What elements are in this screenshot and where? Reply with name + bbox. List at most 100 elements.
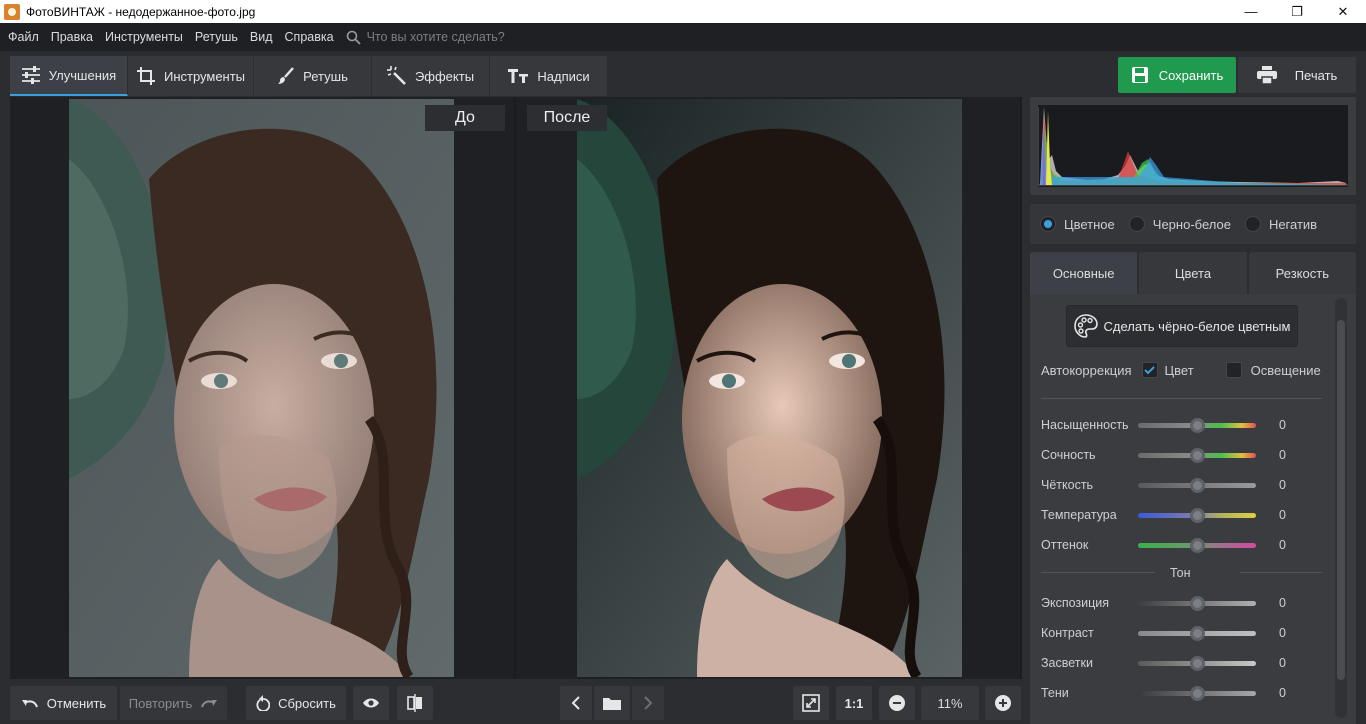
- autocorrect-lighting-checkbox[interactable]: [1225, 362, 1242, 378]
- window-controls: — ❐ ✕: [1228, 0, 1366, 23]
- app-logo-icon: [4, 3, 20, 20]
- slider-knob[interactable]: [1190, 447, 1205, 463]
- settings-scrollbar[interactable]: [1335, 298, 1347, 718]
- command-search: [346, 30, 567, 45]
- preview-toggle-button[interactable]: [353, 686, 389, 720]
- tab-basic[interactable]: Основные: [1030, 252, 1140, 294]
- slider-knob[interactable]: [1190, 685, 1205, 701]
- floppy-disk-icon: [1131, 67, 1148, 83]
- autocorrect-color-checkbox[interactable]: [1141, 362, 1158, 378]
- autocorrect-color-label: Цвет: [1164, 362, 1194, 378]
- chevron-left-icon: [571, 696, 580, 710]
- menu-edit[interactable]: Правка: [51, 30, 93, 44]
- mode-negative[interactable]: Негатив: [1244, 216, 1317, 232]
- slider-knob[interactable]: [1190, 655, 1205, 671]
- slider-value: 0: [1279, 686, 1286, 700]
- slider-knob[interactable]: [1190, 537, 1205, 553]
- print-button[interactable]: Печать: [1238, 57, 1356, 93]
- exposure-slider-row: Экспозиция 0: [1041, 593, 1321, 613]
- search-input[interactable]: [366, 30, 567, 44]
- radio-color[interactable]: [1040, 216, 1056, 232]
- scrollbar-thumb[interactable]: [1337, 320, 1345, 680]
- menu-retouch[interactable]: Ретушь: [195, 30, 238, 44]
- tab-colors[interactable]: Цвета: [1139, 252, 1249, 294]
- menu-help[interactable]: Справка: [285, 30, 334, 44]
- after-label: После: [527, 105, 607, 131]
- color-mode-group: Цветное Черно-белое Негатив: [1030, 204, 1356, 244]
- menu-bar: Файл Правка Инструменты Ретушь Вид Справ…: [0, 23, 1366, 51]
- tab-label: Эффекты: [414, 68, 475, 84]
- colorize-bw-button[interactable]: Сделать чёрно-белое цветным: [1066, 305, 1298, 347]
- tab-retouch[interactable]: Ретушь: [254, 56, 372, 96]
- tint-slider-row: Оттенок 0: [1041, 535, 1321, 555]
- bottom-toolbar: Отменить Повторить Сбросить 1:1 11%: [0, 679, 1030, 724]
- menu-view[interactable]: Вид: [250, 30, 273, 44]
- temperature-slider-row: Температура 0: [1041, 505, 1321, 525]
- radio-bw[interactable]: [1128, 216, 1145, 232]
- brush-icon: [278, 67, 295, 84]
- compare-view-button[interactable]: [397, 686, 433, 720]
- folder-icon: [603, 698, 621, 710]
- search-icon: [346, 30, 361, 45]
- slider-label: Температура: [1041, 508, 1117, 522]
- undo-icon: [21, 700, 38, 708]
- tab-tools[interactable]: Инструменты: [128, 56, 254, 96]
- vibrance-slider[interactable]: [1138, 447, 1256, 463]
- tab-sharpness[interactable]: Резкость: [1248, 252, 1356, 294]
- tab-enhancements[interactable]: Улучшения: [10, 56, 128, 96]
- tab-effects[interactable]: Эффекты: [372, 56, 490, 96]
- undo-button[interactable]: Отменить: [10, 686, 117, 720]
- expand-icon: [802, 694, 820, 712]
- zoom-in-button[interactable]: [985, 686, 1021, 720]
- next-image-button[interactable]: [632, 686, 664, 720]
- after-pane: После: [516, 97, 1020, 679]
- printer-icon: [1256, 66, 1277, 84]
- slider-knob[interactable]: [1190, 417, 1205, 433]
- slider-label: Контраст: [1041, 626, 1094, 640]
- vibrance-slider-row: Сочность 0: [1041, 445, 1321, 465]
- menu-file[interactable]: Файл: [8, 30, 39, 44]
- slider-knob[interactable]: [1190, 477, 1205, 493]
- shadows-slider[interactable]: [1138, 685, 1256, 701]
- slider-value: 0: [1279, 448, 1286, 462]
- highlights-slider[interactable]: [1138, 655, 1256, 671]
- mode-bw[interactable]: Черно-белое: [1128, 216, 1231, 232]
- minimize-button[interactable]: —: [1228, 0, 1274, 23]
- radio-negative[interactable]: [1244, 216, 1261, 232]
- contrast-slider[interactable]: [1138, 625, 1256, 641]
- tint-slider[interactable]: [1138, 537, 1256, 553]
- maximize-button[interactable]: ❐: [1274, 0, 1320, 23]
- menu-tools[interactable]: Инструменты: [105, 30, 183, 44]
- previous-image-button[interactable]: [560, 686, 592, 720]
- eye-icon: [363, 698, 379, 708]
- zoom-out-button[interactable]: [879, 686, 915, 720]
- tab-captions[interactable]: Надписи: [490, 56, 608, 96]
- slider-value: 0: [1279, 596, 1286, 610]
- zoom-level[interactable]: 11%: [921, 686, 979, 720]
- slider-knob[interactable]: [1190, 595, 1205, 611]
- exposure-slider[interactable]: [1138, 595, 1256, 611]
- autocorrect-lighting-label: Освещение: [1250, 362, 1321, 378]
- saturation-slider[interactable]: [1138, 417, 1256, 433]
- histogram-panel: [1030, 97, 1356, 195]
- undo-label: Отменить: [46, 695, 107, 711]
- save-button[interactable]: Сохранить: [1118, 57, 1236, 93]
- reset-button[interactable]: Сбросить: [246, 686, 346, 720]
- slider-knob[interactable]: [1190, 507, 1205, 523]
- main-tabs: Улучшения Инструменты Ретушь Эффекты Над…: [10, 56, 608, 96]
- image-canvas[interactable]: До После: [10, 97, 1022, 679]
- slider-knob[interactable]: [1190, 625, 1205, 641]
- temperature-slider[interactable]: [1138, 507, 1256, 523]
- open-folder-button[interactable]: [594, 686, 630, 720]
- save-label: Сохранить: [1158, 67, 1224, 83]
- slider-value: 0: [1279, 478, 1286, 492]
- plus-icon: [995, 695, 1011, 711]
- contrast-slider-row: Контраст 0: [1041, 623, 1321, 643]
- clarity-slider[interactable]: [1138, 477, 1256, 493]
- fit-to-screen-button[interactable]: [793, 686, 829, 720]
- close-button[interactable]: ✕: [1320, 0, 1366, 23]
- redo-button[interactable]: Повторить: [120, 686, 227, 720]
- slider-label: Экспозиция: [1041, 596, 1110, 610]
- actual-size-button[interactable]: 1:1: [836, 686, 872, 720]
- mode-color[interactable]: Цветное: [1040, 216, 1115, 232]
